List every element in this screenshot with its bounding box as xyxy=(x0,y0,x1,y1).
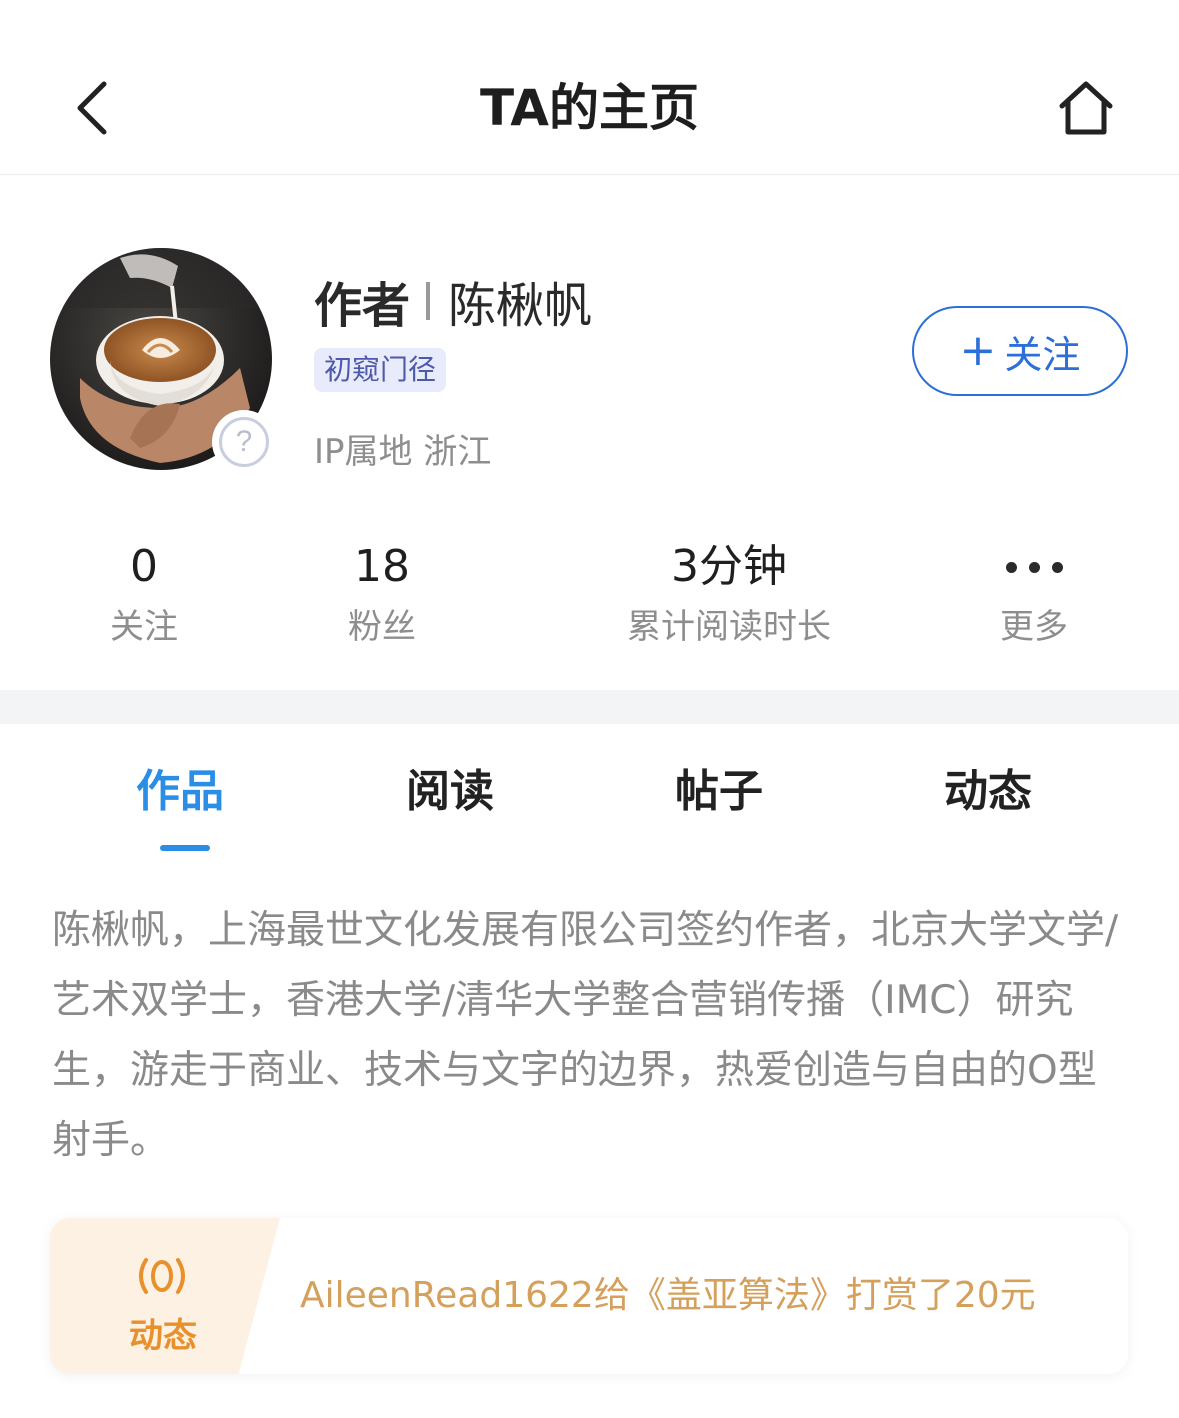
tab-reading[interactable]: 阅读 xyxy=(350,762,550,822)
avatar[interactable]: ? xyxy=(50,248,276,474)
name-divider xyxy=(426,282,431,320)
stat-value: 0 xyxy=(130,541,158,592)
stat-reading-time[interactable]: 3分钟 累计阅读时长 xyxy=(600,538,858,652)
home-icon xyxy=(1059,81,1113,135)
stat-label: 关注 xyxy=(110,607,178,647)
ip-location: IP属地 浙江 xyxy=(314,432,492,472)
top-nav-bar: TA的主页 xyxy=(0,0,1179,175)
stat-label: 粉丝 xyxy=(348,607,416,647)
more-button[interactable]: 更多 xyxy=(974,538,1094,652)
stat-following[interactable]: 0 关注 xyxy=(84,538,204,652)
tab-activity[interactable]: 动态 xyxy=(888,762,1088,822)
broadcast-icon xyxy=(134,1254,190,1298)
activity-label: 动态 xyxy=(129,1316,197,1356)
tab-posts[interactable]: 帖子 xyxy=(619,762,819,822)
follow-button-label: 关注 xyxy=(1004,332,1081,377)
stat-value: 3分钟 xyxy=(671,541,787,592)
more-dots-icon xyxy=(974,538,1094,596)
tab-works[interactable]: 作品 xyxy=(80,762,280,822)
question-icon: ? xyxy=(219,417,269,467)
activity-card[interactable]: 动态 AileenRead1622给《盖亚算法》打赏了20元 xyxy=(50,1218,1128,1374)
stat-fans[interactable]: 18 粉丝 xyxy=(322,538,442,652)
plus-icon: + xyxy=(959,325,997,376)
page-title: TA的主页 xyxy=(480,79,699,137)
author-name-row: 作者 陈楸帆 xyxy=(314,268,592,334)
activity-text: AileenRead1622给《盖亚算法》打赏了20元 xyxy=(300,1275,1036,1316)
active-tab-indicator xyxy=(160,845,210,851)
level-badge: 初窥门径 xyxy=(314,348,447,392)
author-role: 作者 xyxy=(314,278,411,334)
follow-button[interactable]: + 关注 xyxy=(912,306,1128,396)
author-name: 陈楸帆 xyxy=(448,278,593,334)
author-bio: 陈楸帆，上海最世文化发展有限公司签约作者，北京大学文学/艺术双学士，香港大学/清… xyxy=(52,908,1119,1163)
stat-label: 累计阅读时长 xyxy=(627,607,831,647)
more-label: 更多 xyxy=(1000,607,1068,647)
stat-value: 18 xyxy=(354,541,410,592)
avatar-help-badge[interactable]: ? xyxy=(212,410,276,474)
section-divider xyxy=(0,690,1179,724)
home-button[interactable] xyxy=(1052,74,1120,142)
